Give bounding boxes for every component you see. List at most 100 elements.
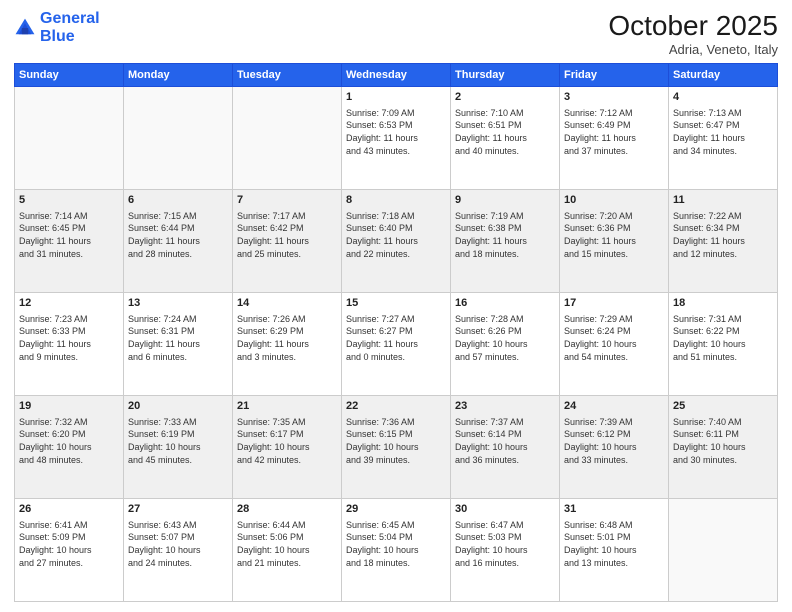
day-number: 13 <box>128 296 228 311</box>
day-number: 4 <box>673 90 773 105</box>
month-title: October 2025 <box>608 10 778 42</box>
calendar-week-row: 19 Sunrise: 7:32 AM Sunset: 6:20 PM Dayli… <box>15 396 778 499</box>
table-row: 12 Sunrise: 7:23 AM Sunset: 6:33 PM Dayli… <box>15 293 124 396</box>
day-number: 3 <box>564 90 664 105</box>
day-info: Sunrise: 7:15 AM Sunset: 6:44 PM Dayligh… <box>128 210 228 260</box>
day-info: Sunrise: 7:23 AM Sunset: 6:33 PM Dayligh… <box>19 313 119 363</box>
table-row: 8 Sunrise: 7:18 AM Sunset: 6:40 PM Daylig… <box>342 190 451 293</box>
day-info: Sunrise: 6:47 AM Sunset: 5:03 PM Dayligh… <box>455 519 555 569</box>
table-row: 23 Sunrise: 7:37 AM Sunset: 6:14 PM Dayli… <box>451 396 560 499</box>
calendar-week-row: 12 Sunrise: 7:23 AM Sunset: 6:33 PM Dayli… <box>15 293 778 396</box>
table-row: 3 Sunrise: 7:12 AM Sunset: 6:49 PM Daylig… <box>560 87 669 190</box>
day-info: Sunrise: 7:36 AM Sunset: 6:15 PM Dayligh… <box>346 416 446 466</box>
day-info: Sunrise: 7:13 AM Sunset: 6:47 PM Dayligh… <box>673 107 773 157</box>
table-row: 16 Sunrise: 7:28 AM Sunset: 6:26 PM Dayli… <box>451 293 560 396</box>
day-number: 14 <box>237 296 337 311</box>
day-info: Sunrise: 6:48 AM Sunset: 5:01 PM Dayligh… <box>564 519 664 569</box>
table-row: 10 Sunrise: 7:20 AM Sunset: 6:36 PM Dayli… <box>560 190 669 293</box>
day-info: Sunrise: 7:17 AM Sunset: 6:42 PM Dayligh… <box>237 210 337 260</box>
calendar-week-row: 26 Sunrise: 6:41 AM Sunset: 5:09 PM Dayli… <box>15 499 778 602</box>
day-info: Sunrise: 7:29 AM Sunset: 6:24 PM Dayligh… <box>564 313 664 363</box>
day-number: 15 <box>346 296 446 311</box>
day-number: 18 <box>673 296 773 311</box>
day-info: Sunrise: 7:24 AM Sunset: 6:31 PM Dayligh… <box>128 313 228 363</box>
col-tuesday: Tuesday <box>233 64 342 87</box>
day-info: Sunrise: 7:20 AM Sunset: 6:36 PM Dayligh… <box>564 210 664 260</box>
day-number: 9 <box>455 193 555 208</box>
col-thursday: Thursday <box>451 64 560 87</box>
table-row <box>669 499 778 602</box>
day-number: 20 <box>128 399 228 414</box>
table-row: 11Sunrise: 7:22 AM Sunset: 6:34 PM Dayli… <box>669 190 778 293</box>
day-info: Sunrise: 6:44 AM Sunset: 5:06 PM Dayligh… <box>237 519 337 569</box>
day-info: Sunrise: 7:35 AM Sunset: 6:17 PM Dayligh… <box>237 416 337 466</box>
location-subtitle: Adria, Veneto, Italy <box>608 42 778 57</box>
col-saturday: Saturday <box>669 64 778 87</box>
table-row: 5 Sunrise: 7:14 AM Sunset: 6:45 PM Daylig… <box>15 190 124 293</box>
day-info: Sunrise: 7:09 AM Sunset: 6:53 PM Dayligh… <box>346 107 446 157</box>
table-row: 13 Sunrise: 7:24 AM Sunset: 6:31 PM Dayli… <box>124 293 233 396</box>
day-info: Sunrise: 7:14 AM Sunset: 6:45 PM Dayligh… <box>19 210 119 260</box>
title-block: October 2025 Adria, Veneto, Italy <box>608 10 778 57</box>
table-row: 24Sunrise: 7:39 AM Sunset: 6:12 PM Dayli… <box>560 396 669 499</box>
table-row <box>124 87 233 190</box>
day-number: 16 <box>455 296 555 311</box>
day-number: 12 <box>19 296 119 311</box>
calendar-header-row: Sunday Monday Tuesday Wednesday Thursday… <box>15 64 778 87</box>
day-number: 22 <box>346 399 446 414</box>
table-row: 26 Sunrise: 6:41 AM Sunset: 5:09 PM Dayli… <box>15 499 124 602</box>
day-number: 19 <box>19 399 119 414</box>
logo-blue: Blue <box>40 28 75 45</box>
table-row: 25 Sunrise: 7:40 AM Sunset: 6:11 PM Dayli… <box>669 396 778 499</box>
table-row: 9 Sunrise: 7:19 AM Sunset: 6:38 PM Daylig… <box>451 190 560 293</box>
col-sunday: Sunday <box>15 64 124 87</box>
day-info: Sunrise: 7:40 AM Sunset: 6:11 PM Dayligh… <box>673 416 773 466</box>
logo-general: General <box>40 10 100 27</box>
day-number: 8 <box>346 193 446 208</box>
page: General Blue October 2025 Adria, Veneto,… <box>0 0 792 612</box>
day-number: 24 <box>564 399 664 414</box>
day-number: 29 <box>346 502 446 517</box>
day-number: 23 <box>455 399 555 414</box>
day-info: Sunrise: 7:33 AM Sunset: 6:19 PM Dayligh… <box>128 416 228 466</box>
day-info: Sunrise: 7:37 AM Sunset: 6:14 PM Dayligh… <box>455 416 555 466</box>
day-info: Sunrise: 7:19 AM Sunset: 6:38 PM Dayligh… <box>455 210 555 260</box>
day-info: Sunrise: 7:22 AM Sunset: 6:34 PM Dayligh… <box>673 210 773 260</box>
day-info: Sunrise: 6:43 AM Sunset: 5:07 PM Dayligh… <box>128 519 228 569</box>
day-number: 5 <box>19 193 119 208</box>
table-row: 7 Sunrise: 7:17 AM Sunset: 6:42 PM Daylig… <box>233 190 342 293</box>
day-number: 25 <box>673 399 773 414</box>
day-number: 6 <box>128 193 228 208</box>
table-row: 19 Sunrise: 7:32 AM Sunset: 6:20 PM Dayli… <box>15 396 124 499</box>
table-row: 15 Sunrise: 7:27 AM Sunset: 6:27 PM Dayli… <box>342 293 451 396</box>
day-number: 17 <box>564 296 664 311</box>
calendar-table: Sunday Monday Tuesday Wednesday Thursday… <box>14 63 778 602</box>
table-row <box>233 87 342 190</box>
day-number: 7 <box>237 193 337 208</box>
day-number: 31 <box>564 502 664 517</box>
day-info: Sunrise: 7:10 AM Sunset: 6:51 PM Dayligh… <box>455 107 555 157</box>
table-row: 29 Sunrise: 6:45 AM Sunset: 5:04 PM Dayli… <box>342 499 451 602</box>
day-info: Sunrise: 7:27 AM Sunset: 6:27 PM Dayligh… <box>346 313 446 363</box>
day-info: Sunrise: 7:26 AM Sunset: 6:29 PM Dayligh… <box>237 313 337 363</box>
day-info: Sunrise: 7:28 AM Sunset: 6:26 PM Dayligh… <box>455 313 555 363</box>
table-row: 6 Sunrise: 7:15 AM Sunset: 6:44 PM Daylig… <box>124 190 233 293</box>
day-info: Sunrise: 7:32 AM Sunset: 6:20 PM Dayligh… <box>19 416 119 466</box>
col-friday: Friday <box>560 64 669 87</box>
col-wednesday: Wednesday <box>342 64 451 87</box>
logo-icon <box>14 17 36 39</box>
day-info: Sunrise: 6:41 AM Sunset: 5:09 PM Dayligh… <box>19 519 119 569</box>
day-number: 26 <box>19 502 119 517</box>
day-number: 10 <box>564 193 664 208</box>
logo-text: General Blue <box>40 10 100 45</box>
day-number: 27 <box>128 502 228 517</box>
table-row: 20 Sunrise: 7:33 AM Sunset: 6:19 PM Dayli… <box>124 396 233 499</box>
day-number: 28 <box>237 502 337 517</box>
day-info: Sunrise: 7:18 AM Sunset: 6:40 PM Dayligh… <box>346 210 446 260</box>
table-row: 1Sunrise: 7:09 AM Sunset: 6:53 PM Daylig… <box>342 87 451 190</box>
day-info: Sunrise: 7:12 AM Sunset: 6:49 PM Dayligh… <box>564 107 664 157</box>
day-info: Sunrise: 6:45 AM Sunset: 5:04 PM Dayligh… <box>346 519 446 569</box>
header: General Blue October 2025 Adria, Veneto,… <box>14 10 778 57</box>
table-row: 2Sunrise: 7:10 AM Sunset: 6:51 PM Daylig… <box>451 87 560 190</box>
table-row: 27 Sunrise: 6:43 AM Sunset: 5:07 PM Dayli… <box>124 499 233 602</box>
